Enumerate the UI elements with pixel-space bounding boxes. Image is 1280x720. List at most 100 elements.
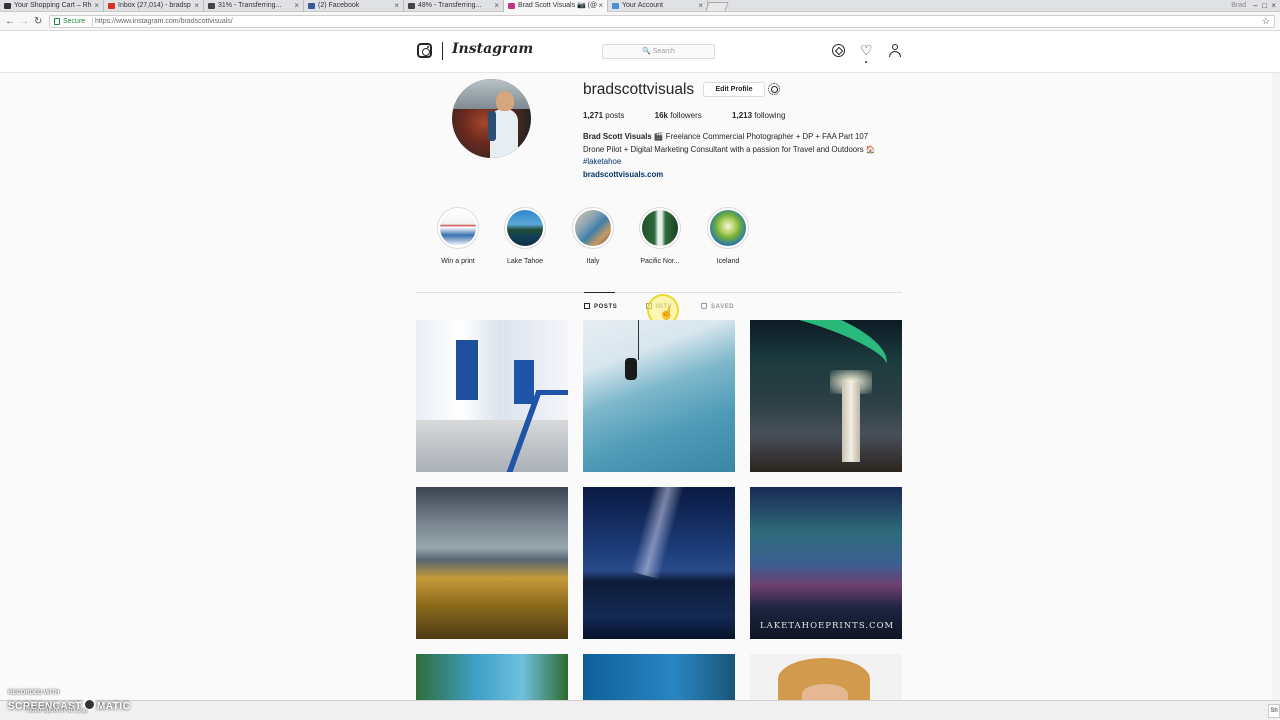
close-icon[interactable]: × xyxy=(194,0,199,12)
tab-label: 31% - Transferring... xyxy=(218,2,282,9)
posts-stat: 1,271 posts xyxy=(583,111,638,120)
close-icon[interactable]: × xyxy=(294,0,299,12)
bookmark-star-icon[interactable]: ☆ xyxy=(1262,16,1270,27)
forward-arrow-icon[interactable]: → xyxy=(19,15,29,28)
post-thumbnail[interactable] xyxy=(416,487,568,639)
instagram-wordmark[interactable]: Instagram xyxy=(452,41,533,57)
bio-line-2: Drone Pilot + Digital Marketing Consulta… xyxy=(583,144,876,154)
tab-favicon xyxy=(508,3,515,9)
post-thumbnail[interactable] xyxy=(583,654,735,700)
close-icon[interactable]: × xyxy=(494,0,499,12)
highlight-cover xyxy=(507,210,543,246)
divider xyxy=(92,18,93,26)
photo-watermark: LAKETAHOEPRINTS.COM xyxy=(760,621,895,631)
post-thumbnail[interactable] xyxy=(750,654,902,700)
secure-label: Secure xyxy=(63,18,86,25)
bookmark-icon xyxy=(701,303,707,309)
tab-saved[interactable]: SAVED xyxy=(701,303,734,310)
tab-label: Your Shopping Cart – Rh xyxy=(14,2,92,9)
lock-icon xyxy=(54,18,60,25)
active-tab-indicator xyxy=(584,292,615,293)
tab-favicon xyxy=(308,3,315,9)
browser-tab[interactable]: Inbox (27,014) - bradsp × xyxy=(104,0,204,12)
highlight-cover xyxy=(575,210,611,246)
posts-count: 1,271 xyxy=(583,111,604,120)
following-stat[interactable]: 1,213 following xyxy=(732,111,799,120)
window-controls[interactable]: – □ × xyxy=(1253,0,1276,12)
highlight-lake-tahoe[interactable]: Lake Tahoe xyxy=(495,207,555,265)
website-link[interactable]: bradscottvisuals.com xyxy=(583,169,913,182)
window-user-label: Brad xyxy=(1231,2,1246,9)
tab-posts[interactable]: POSTS xyxy=(584,303,617,310)
profile-stats: 1,271 posts 16k followers 1,213 followin… xyxy=(583,111,813,120)
close-icon[interactable]: × xyxy=(598,0,603,12)
explore-compass-icon[interactable] xyxy=(832,44,845,57)
highlight-ring xyxy=(639,207,681,249)
new-tab-button[interactable] xyxy=(705,2,729,11)
highlight-ring xyxy=(504,207,546,249)
tab-favicon xyxy=(408,3,415,9)
close-icon[interactable]: × xyxy=(698,0,703,12)
highlight-italy[interactable]: Italy xyxy=(563,207,623,265)
recorder-caption: RECORDED WITH xyxy=(8,690,60,696)
show-all-button[interactable]: Sh xyxy=(1268,704,1280,718)
tab-label: 48% - Transferring... xyxy=(418,2,482,9)
recorder-subtext: Video Spooner at Loop xyxy=(26,708,88,714)
post-thumbnail[interactable]: LAKETAHOEPRINTS.COM xyxy=(750,487,902,639)
search-input[interactable]: 🔍 Search xyxy=(602,44,715,59)
following-count: 1,213 xyxy=(732,111,753,120)
post-thumbnail[interactable] xyxy=(416,320,568,472)
url-text[interactable]: https://www.instagram.com/bradscottvisua… xyxy=(95,17,233,27)
highlight-ring xyxy=(437,207,479,249)
post-thumbnail[interactable] xyxy=(583,487,735,639)
edit-profile-button[interactable]: Edit Profile xyxy=(703,82,765,97)
posts-label: posts xyxy=(605,111,625,120)
highlight-cover xyxy=(710,210,746,246)
profile-avatar[interactable] xyxy=(452,79,531,158)
browser-tab[interactable]: 48% - Transferring... × xyxy=(404,0,504,12)
address-bar[interactable]: Secure https://www.instagram.com/bradsco… xyxy=(49,15,1275,28)
followers-label: followers xyxy=(670,111,702,120)
highlight-cover xyxy=(642,210,678,246)
browser-toolbar: ← → ↻ Secure https://www.instagram.com/b… xyxy=(0,12,1280,31)
bio-line-1: 🎬 Freelance Commercial Photographer + DP… xyxy=(651,132,869,141)
bio-name: Brad Scott Visuals xyxy=(583,132,652,141)
browser-tab-active[interactable]: Brad Scott Visuals 📷 (@ × xyxy=(504,0,608,12)
activity-heart-icon[interactable]: ♡ xyxy=(860,43,873,57)
browser-tab[interactable]: Your Shopping Cart – Rh × xyxy=(0,0,104,12)
highlight-iceland[interactable]: Iceland xyxy=(698,207,758,265)
highlight-label: Iceland xyxy=(716,258,740,265)
highlight-label: Pacific Nor... xyxy=(640,258,680,265)
tab-label: Brad Scott Visuals 📷 (@ xyxy=(518,2,598,9)
highlight-cover xyxy=(440,210,476,246)
profile-person-icon[interactable] xyxy=(889,44,902,57)
profile-username: bradscottvisuals xyxy=(583,81,695,98)
browser-tab[interactable]: (2) Facebook × xyxy=(304,0,404,12)
hand-pointer-icon: ☝ xyxy=(659,306,674,320)
browser-tab[interactable]: 31% - Transferring... × xyxy=(204,0,304,12)
tab-saved-label: SAVED xyxy=(711,304,735,310)
gear-icon[interactable] xyxy=(768,83,780,95)
followers-count: 16k xyxy=(654,111,668,120)
followers-stat[interactable]: 16k followers xyxy=(655,111,716,120)
tab-favicon xyxy=(4,3,11,9)
highlight-ring xyxy=(572,207,614,249)
post-thumbnail[interactable] xyxy=(416,654,568,700)
instagram-camera-icon[interactable] xyxy=(417,43,432,58)
back-arrow-icon[interactable]: ← xyxy=(5,15,15,28)
close-icon[interactable]: × xyxy=(394,0,399,12)
highlight-label: Lake Tahoe xyxy=(506,258,544,265)
highlight-pacific-northwest[interactable]: Pacific Nor... xyxy=(630,207,690,265)
highlight-win-a-print[interactable]: Win a print xyxy=(428,207,488,265)
post-thumbnail[interactable] xyxy=(583,320,735,472)
post-thumbnail[interactable] xyxy=(750,320,902,472)
tab-favicon xyxy=(108,3,115,9)
close-icon[interactable]: × xyxy=(94,0,99,12)
browser-tab[interactable]: Your Account × xyxy=(608,0,708,12)
bio-hashtag[interactable]: #laketahoe xyxy=(583,156,913,169)
highlight-label: Italy xyxy=(586,258,600,265)
tab-posts-label: POSTS xyxy=(594,304,618,310)
logo-right: MATIC xyxy=(96,701,131,712)
reload-icon[interactable]: ↻ xyxy=(34,15,42,28)
scrollbar[interactable] xyxy=(1272,32,1280,700)
